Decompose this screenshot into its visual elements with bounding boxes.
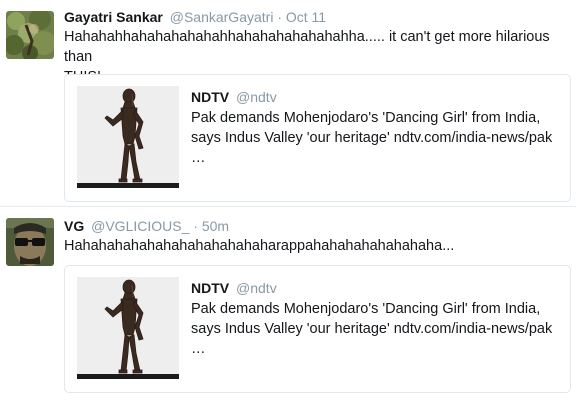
- tweet-text-line: Hahahahahahahahahahahahaharappahahahahah…: [64, 238, 455, 254]
- card-author-handle[interactable]: @ndtv: [236, 89, 277, 105]
- dancing-girl-statue-icon: [77, 277, 179, 379]
- card-thumbnail[interactable]: [77, 86, 179, 188]
- card-text-line: Pak demands Mohenjodaro's 'Dancing Girl'…: [191, 110, 541, 126]
- tweet-header: VG @VGLICIOUS_ · 50m: [64, 217, 229, 235]
- tweet-text: Hahahahahahahahahahahahaharappahahahahah…: [64, 236, 572, 256]
- tweet-timestamp[interactable]: 50m: [202, 218, 229, 234]
- card-text-ellipsis: …: [191, 150, 206, 166]
- thumbnail-caption-bar: [77, 183, 179, 188]
- sunglasses-face-avatar-icon: [6, 218, 54, 266]
- tweet-header: Gayatri Sankar @SankarGayatri · Oct 11: [64, 8, 326, 26]
- tweet-text-line: Hahahahhahahahahahahhahahahahahahahha...…: [64, 29, 550, 65]
- card-text-line: Pak demands Mohenjodaro's 'Dancing Girl'…: [191, 301, 541, 317]
- card-author-name[interactable]: NDTV: [191, 89, 229, 105]
- card-header: NDTV @ndtv: [191, 279, 277, 297]
- tweet[interactable]: VG @VGLICIOUS_ · 50m Hahahahahahahahahah…: [0, 206, 576, 402]
- tweet-timestamp[interactable]: Oct 11: [286, 9, 326, 25]
- card-header: NDTV @ndtv: [191, 88, 277, 106]
- user-handle[interactable]: @VGLICIOUS_: [91, 218, 189, 234]
- card-text-line: says Indus Valley 'our heritage' ndtv.co…: [191, 130, 553, 146]
- user-avatar[interactable]: [6, 11, 54, 59]
- tweet[interactable]: Gayatri Sankar @SankarGayatri · Oct 11 H…: [0, 0, 576, 206]
- card-text: Pak demands Mohenjodaro's 'Dancing Girl'…: [191, 108, 561, 168]
- separator-dot: ·: [277, 9, 282, 25]
- foliage-avatar-icon: [6, 11, 54, 59]
- card-author-handle[interactable]: @ndtv: [236, 280, 277, 296]
- card-text-ellipsis: …: [191, 341, 206, 357]
- card-text-line: says Indus Valley 'our heritage' ndtv.co…: [191, 321, 553, 337]
- user-handle[interactable]: @SankarGayatri: [170, 9, 274, 25]
- quoted-tweet-card[interactable]: NDTV @ndtv Pak demands Mohenjodaro's 'Da…: [64, 265, 571, 393]
- user-name[interactable]: Gayatri Sankar: [64, 9, 163, 25]
- user-avatar[interactable]: [6, 218, 54, 266]
- thumbnail-caption-bar: [77, 374, 179, 379]
- user-name[interactable]: VG: [64, 218, 84, 234]
- quoted-tweet-card[interactable]: NDTV @ndtv Pak demands Mohenjodaro's 'Da…: [64, 74, 571, 202]
- card-text: Pak demands Mohenjodaro's 'Dancing Girl'…: [191, 299, 561, 359]
- card-thumbnail[interactable]: [77, 277, 179, 379]
- dancing-girl-statue-icon: [77, 86, 179, 188]
- card-author-name[interactable]: NDTV: [191, 280, 229, 296]
- separator-dot: ·: [193, 218, 198, 234]
